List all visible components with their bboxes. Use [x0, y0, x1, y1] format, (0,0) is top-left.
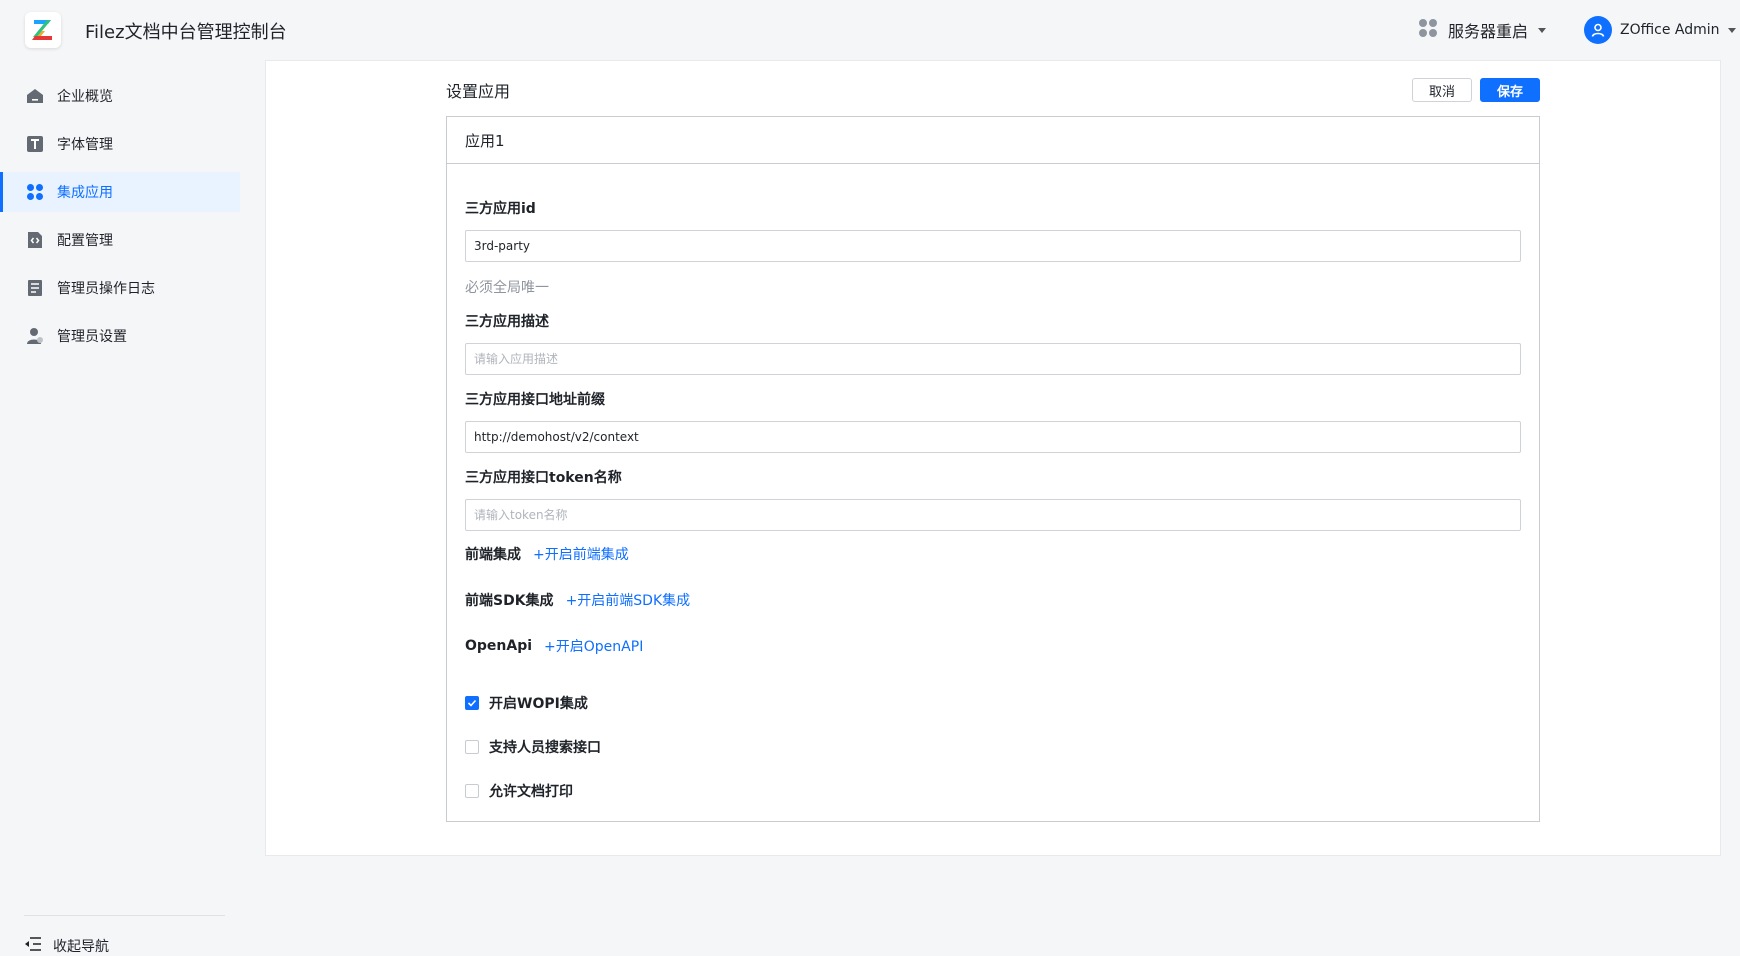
check-icon — [467, 699, 477, 707]
people-search-checkbox[interactable] — [465, 740, 479, 754]
chevron-down-icon — [1727, 27, 1736, 33]
sidebar-item-config[interactable]: 配置管理 — [0, 220, 240, 260]
log-icon — [26, 279, 44, 297]
sidebar-item-overview[interactable]: 企业概览 — [0, 76, 240, 116]
page-title: 设置应用 — [446, 82, 511, 101]
sidebar-item-integrations[interactable]: 集成应用 — [0, 172, 240, 212]
sidebar-item-label: 配置管理 — [57, 233, 113, 249]
description-input[interactable] — [465, 343, 1521, 375]
sidebar-item-fonts[interactable]: 字体管理 — [0, 124, 240, 164]
card-header: 应用1 — [447, 117, 1539, 164]
user-icon — [1591, 23, 1605, 37]
doc-print-checkbox-label: 允许文档打印 — [489, 784, 573, 800]
app-id-label: 三方应用id — [465, 201, 536, 217]
doc-print-checkbox[interactable] — [465, 784, 479, 798]
save-button[interactable]: 保存 — [1480, 78, 1540, 102]
sidebar-item-admin-settings[interactable]: 管理员设置 — [0, 316, 240, 356]
frontend-sdk-row: 前端SDK集成 +开启前端SDK集成 — [465, 590, 690, 610]
avatar — [1584, 16, 1612, 44]
sidebar-divider — [24, 915, 225, 916]
api-prefix-input[interactable] — [465, 421, 1521, 453]
wopi-checkbox-row[interactable]: 开启WOPI集成 — [465, 693, 588, 713]
description-label: 三方应用描述 — [465, 314, 549, 330]
enable-openapi-link[interactable]: +开启OpenAPI — [544, 636, 643, 656]
collapse-menu-icon — [24, 936, 42, 956]
font-icon — [26, 135, 44, 153]
enable-frontend-integration-link[interactable]: +开启前端集成 — [533, 544, 629, 564]
people-search-checkbox-row[interactable]: 支持人员搜索接口 — [465, 737, 601, 757]
frontend-integration-label: 前端集成 — [465, 547, 521, 563]
openapi-row: OpenApi +开启OpenAPI — [465, 636, 643, 656]
frontend-sdk-label: 前端SDK集成 — [465, 593, 554, 609]
filez-logo[interactable] — [25, 12, 61, 48]
wopi-checkbox-label: 开启WOPI集成 — [489, 696, 588, 712]
top-bar: Filez文档中台管理控制台 服务器重启 ZOffice Admin — [0, 0, 1740, 60]
doc-print-checkbox-row[interactable]: 允许文档打印 — [465, 781, 573, 801]
apps-grid-icon — [26, 183, 44, 201]
sidebar-item-admin-log[interactable]: 管理员操作日志 — [0, 268, 240, 308]
token-name-input[interactable] — [465, 499, 1521, 531]
openapi-label: OpenApi — [465, 638, 533, 654]
sidebar: 企业概览 字体管理 集成应用 配置管理 管理员操作日志 管理员设置 收起导航 — [0, 60, 240, 956]
server-restart-label: 服务器重启 — [1448, 22, 1529, 41]
wopi-checkbox[interactable] — [465, 696, 479, 710]
sidebar-item-label: 管理员设置 — [57, 329, 127, 345]
collapse-nav-button[interactable]: 收起导航 — [24, 928, 109, 956]
sidebar-item-label: 字体管理 — [57, 137, 113, 153]
collapse-nav-label: 收起导航 — [53, 939, 109, 955]
frontend-integration-row: 前端集成 +开启前端集成 — [465, 544, 629, 564]
admin-user-icon — [26, 327, 44, 345]
server-restart-menu[interactable]: 服务器重启 — [1418, 17, 1547, 43]
app-title: Filez文档中台管理控制台 — [85, 22, 287, 43]
config-icon — [26, 231, 44, 249]
home-icon — [26, 87, 44, 105]
app-id-input[interactable] — [465, 230, 1521, 262]
apps-grid-icon — [1418, 18, 1438, 42]
enable-frontend-sdk-link[interactable]: +开启前端SDK集成 — [566, 590, 691, 610]
chevron-down-icon — [1538, 27, 1547, 33]
api-prefix-label: 三方应用接口地址前缀 — [465, 392, 605, 408]
sidebar-item-label: 企业概览 — [57, 89, 113, 105]
people-search-checkbox-label: 支持人员搜索接口 — [489, 740, 601, 756]
sidebar-item-label: 集成应用 — [57, 185, 113, 201]
app-id-hint: 必须全局唯一 — [465, 280, 549, 296]
user-name: ZOffice Admin — [1620, 22, 1720, 38]
card-title: 应用1 — [465, 131, 505, 150]
app-settings-card: 应用1 三方应用id 必须全局唯一 三方应用描述 三方应用接口地址前缀 三方应用… — [446, 116, 1540, 822]
sidebar-item-label: 管理员操作日志 — [57, 281, 155, 297]
cancel-button[interactable]: 取消 — [1412, 78, 1472, 102]
token-name-label: 三方应用接口token名称 — [465, 470, 622, 486]
user-menu[interactable]: ZOffice Admin — [1584, 15, 1736, 45]
